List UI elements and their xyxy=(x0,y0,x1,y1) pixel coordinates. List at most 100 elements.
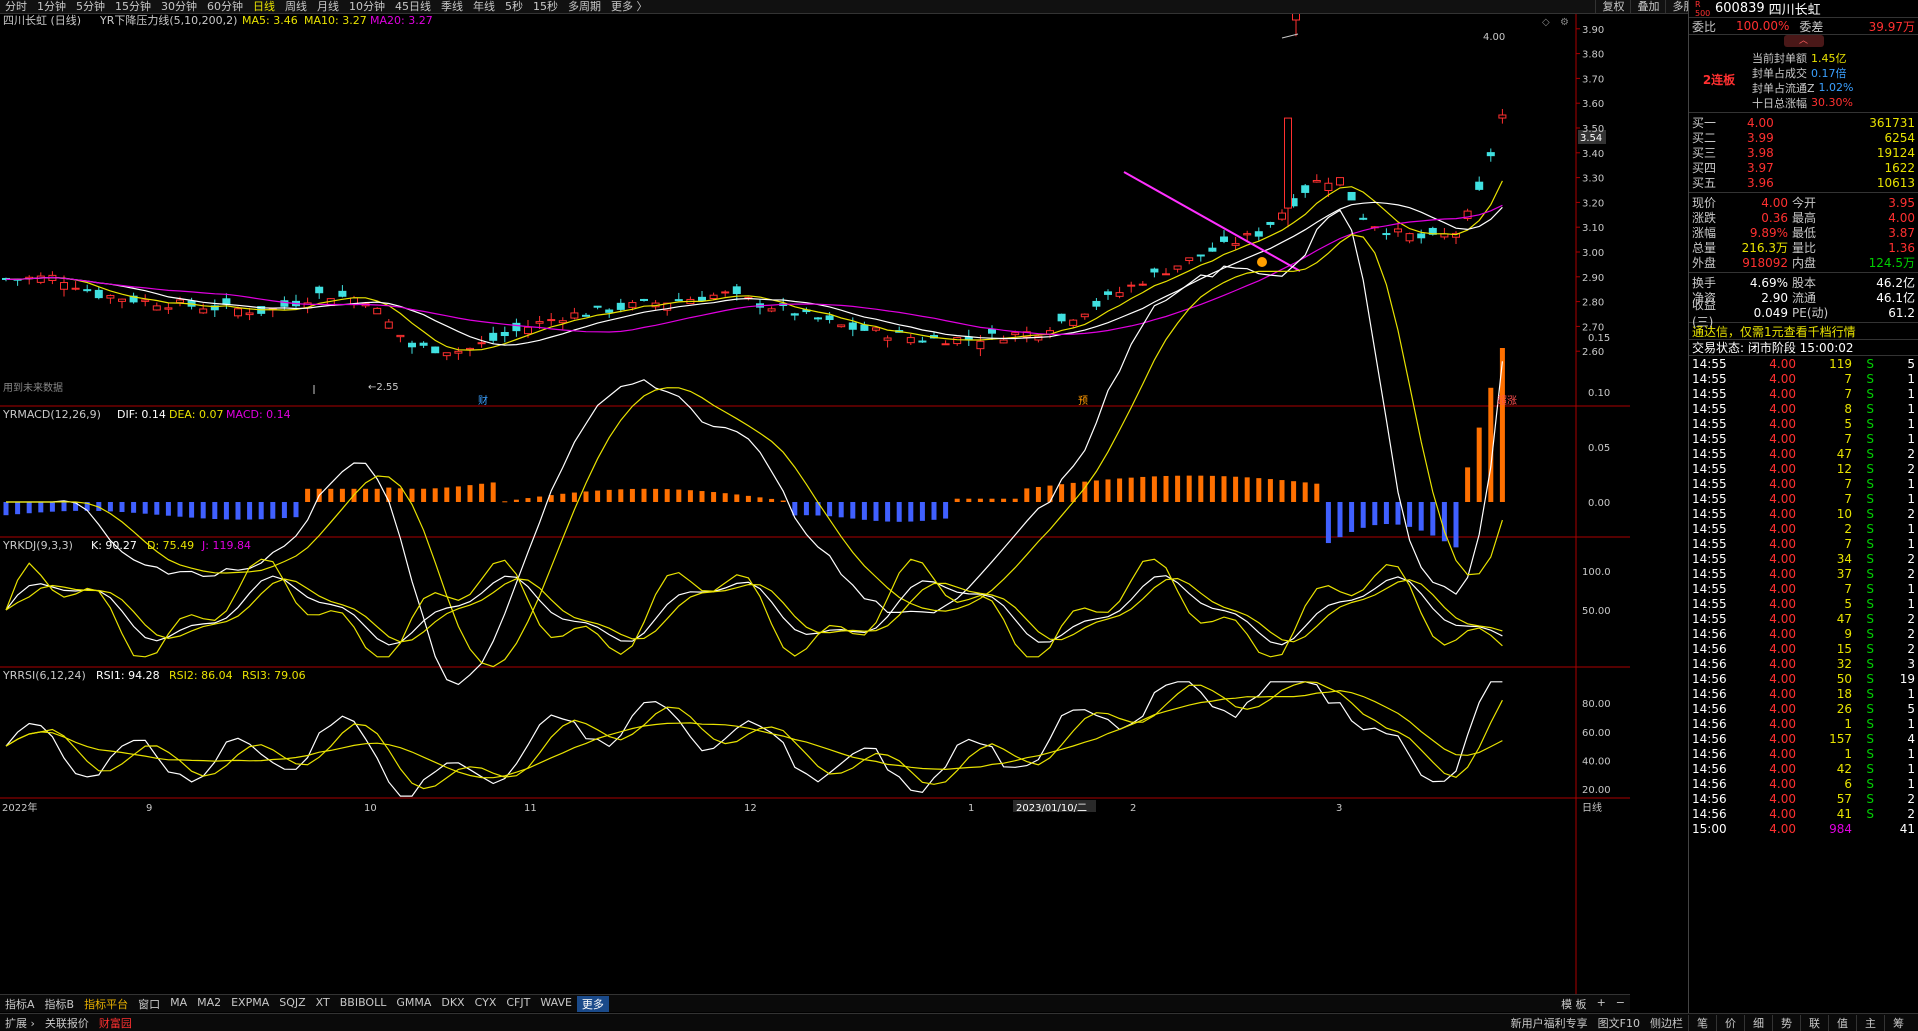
period-tab[interactable]: 月线 xyxy=(312,0,344,14)
period-tab[interactable]: 周线 xyxy=(280,0,312,14)
tick-row[interactable]: 14:56 4.00 9 S 2 xyxy=(1689,626,1918,641)
tick-row[interactable]: 14:55 4.00 119 S 5 xyxy=(1689,356,1918,371)
tick-row[interactable]: 14:56 4.00 41 S 2 xyxy=(1689,806,1918,821)
toolbar-button[interactable]: 复权 xyxy=(1595,0,1630,14)
marker-finance[interactable]: 财 xyxy=(478,394,488,407)
tick-row[interactable]: 14:56 4.00 57 S 2 xyxy=(1689,791,1918,806)
status-link[interactable]: 财富园 xyxy=(94,1015,137,1031)
indicator-tab[interactable]: BBIBOLL xyxy=(335,996,392,1012)
period-tab[interactable]: 45日线 xyxy=(390,0,436,14)
quote-tab[interactable]: 联 xyxy=(1800,1014,1828,1031)
status-right-link[interactable]: 图文F10 xyxy=(1593,1015,1645,1031)
tick-row[interactable]: 14:55 4.00 7 S 1 xyxy=(1689,371,1918,386)
tick-row[interactable]: 14:55 4.00 7 S 1 xyxy=(1689,581,1918,596)
indicator-tab[interactable]: EXPMA xyxy=(226,996,274,1012)
indicator-tab[interactable]: 指标平台 xyxy=(79,996,133,1012)
tick-row[interactable]: 14:56 4.00 18 S 1 xyxy=(1689,686,1918,701)
status-right-link[interactable]: 侧边栏 xyxy=(1645,1015,1688,1031)
marker-forecast[interactable]: 预 xyxy=(1078,395,1088,407)
bid-row[interactable]: 买二 3.99 6254 xyxy=(1689,130,1918,146)
tick-row[interactable]: 14:55 4.00 8 S 1 xyxy=(1689,401,1918,416)
promo-text[interactable]: 通达信，仅需1元查看千档行情 xyxy=(1692,323,1856,340)
tick-row[interactable]: 14:56 4.00 1 S 1 xyxy=(1689,716,1918,731)
tick-row[interactable]: 15:00 4.00 984 41 xyxy=(1689,821,1918,836)
tick-row[interactable]: 14:55 4.00 47 S 2 xyxy=(1689,611,1918,626)
tick-row[interactable]: 14:56 4.00 6 S 1 xyxy=(1689,776,1918,791)
tick-row[interactable]: 14:56 4.00 15 S 2 xyxy=(1689,641,1918,656)
status-right-link[interactable]: 新用户福利专享 xyxy=(1506,1015,1593,1031)
tick-row[interactable]: 14:55 4.00 7 S 1 xyxy=(1689,536,1918,551)
tick-list[interactable]: 14:55 4.00 119 S 5 14:55 4.00 7 S 1 14:55 4.00 7 S 1 14… xyxy=(1689,356,1918,836)
indicator-tab[interactable]: GMMA xyxy=(391,996,436,1012)
marker-over-rise[interactable]: 超涨 xyxy=(1497,394,1517,407)
promo-row[interactable]: 通达信，仅需1元查看千档行情 xyxy=(1689,323,1918,340)
period-tab[interactable]: 10分钟 xyxy=(344,0,390,14)
quote-tab[interactable]: 细 xyxy=(1744,1014,1772,1031)
bid-row[interactable]: 买四 3.97 1622 xyxy=(1689,160,1918,176)
period-tab[interactable]: 季线 xyxy=(436,0,468,14)
status-link[interactable]: 扩展 › xyxy=(0,1015,40,1031)
indicator-tab[interactable]: SQJZ xyxy=(274,996,310,1012)
indicator-tab[interactable]: MA xyxy=(165,996,192,1012)
period-tab[interactable]: 1分钟 xyxy=(32,0,71,14)
bid-row[interactable]: 买三 3.98 19124 xyxy=(1689,145,1918,161)
tick-row[interactable]: 14:55 4.00 7 S 1 xyxy=(1689,431,1918,446)
quote-tab[interactable]: 主 xyxy=(1856,1014,1884,1031)
tick-row[interactable]: 14:56 4.00 26 S 5 xyxy=(1689,701,1918,716)
toolbar-button[interactable]: 叠加 xyxy=(1630,0,1665,14)
quote-tab[interactable]: 值 xyxy=(1828,1014,1856,1031)
indicator-bar-control[interactable]: 模 板 xyxy=(1556,996,1592,1012)
indicator-tab[interactable]: CFJT xyxy=(501,996,535,1012)
tick-row[interactable]: 14:55 4.00 5 S 1 xyxy=(1689,416,1918,431)
indicator-tab[interactable]: 窗口 xyxy=(133,996,165,1012)
tick-row[interactable]: 14:55 4.00 5 S 1 xyxy=(1689,596,1918,611)
tick-row[interactable]: 14:56 4.00 32 S 3 xyxy=(1689,656,1918,671)
indicator-tab[interactable]: 指标A xyxy=(0,996,40,1012)
tick-row[interactable]: 14:55 4.00 7 S 1 xyxy=(1689,476,1918,491)
tick-row[interactable]: 14:55 4.00 2 S 1 xyxy=(1689,521,1918,536)
period-tab[interactable]: 30分钟 xyxy=(156,0,202,14)
period-tab[interactable]: 日线 xyxy=(248,0,280,14)
tick-row[interactable]: 14:56 4.00 1 S 1 xyxy=(1689,746,1918,761)
chart-area[interactable]: 四川长虹 (日线) YR下降压力线(5,10,200,2) MA5: 3.46 … xyxy=(0,0,1630,994)
indicator-tab[interactable]: 更多 xyxy=(576,995,609,1012)
period-tab[interactable]: 5分钟 xyxy=(71,0,110,14)
period-tab[interactable]: 60分钟 xyxy=(202,0,248,14)
pressure-line[interactable] xyxy=(1123,171,1301,272)
tick-row[interactable]: 14:55 4.00 12 S 2 xyxy=(1689,461,1918,476)
indicator-tab[interactable]: WAVE xyxy=(535,996,577,1012)
quote-tab[interactable]: 筹 xyxy=(1884,1014,1912,1031)
tick-row[interactable]: 14:55 4.00 7 S 1 xyxy=(1689,491,1918,506)
quote-tab[interactable]: 笔 xyxy=(1688,1014,1716,1031)
indicator-bar-control[interactable]: + xyxy=(1592,996,1611,1012)
tick-row[interactable]: 14:55 4.00 37 S 2 xyxy=(1689,566,1918,581)
tick-row[interactable]: 14:55 4.00 7 S 1 xyxy=(1689,386,1918,401)
tick-row[interactable]: 14:55 4.00 10 S 2 xyxy=(1689,506,1918,521)
indicator-tab[interactable]: CYX xyxy=(470,996,502,1012)
tick-row[interactable]: 14:55 4.00 47 S 2 xyxy=(1689,446,1918,461)
period-tab[interactable]: 15秒 xyxy=(528,0,563,14)
indicator-tab[interactable]: DKX xyxy=(436,996,469,1012)
tick-row[interactable]: 14:56 4.00 157 S 4 xyxy=(1689,731,1918,746)
quote-tab[interactable]: 价 xyxy=(1716,1014,1744,1031)
period-tab[interactable]: 5秒 xyxy=(500,0,528,14)
kline-chart-svg[interactable]: 四川长虹 (日线) YR下降压力线(5,10,200,2) MA5: 3.46 … xyxy=(0,0,1630,994)
indicator-bar-control[interactable]: − xyxy=(1611,996,1630,1012)
tick-row[interactable]: 14:56 4.00 42 S 1 xyxy=(1689,761,1918,776)
tick-row[interactable]: 14:56 4.00 50 S 19 xyxy=(1689,671,1918,686)
diamond-icon[interactable]: ◇ xyxy=(1542,17,1550,28)
collapse-toggle[interactable]: ︿ xyxy=(1689,35,1918,47)
settings-icon[interactable]: ⚙ xyxy=(1560,17,1569,28)
period-tab[interactable]: 更多 〉 xyxy=(606,0,653,14)
period-tab[interactable]: 15分钟 xyxy=(110,0,156,14)
bid-row[interactable]: 买五 3.96 10613 xyxy=(1689,175,1918,191)
period-tab[interactable]: 多周期 xyxy=(563,0,606,14)
period-tab[interactable]: 分时 xyxy=(0,0,32,14)
indicator-tab[interactable]: 指标B xyxy=(40,996,80,1012)
bid-row[interactable]: 买一 4.00 361731 xyxy=(1689,115,1918,131)
indicator-tab[interactable]: MA2 xyxy=(192,996,226,1012)
tick-row[interactable]: 14:55 4.00 34 S 2 xyxy=(1689,551,1918,566)
period-tab[interactable]: 年线 xyxy=(468,0,500,14)
chevron-up-icon[interactable]: ︿ xyxy=(1783,35,1824,47)
indicator-tab[interactable]: XT xyxy=(311,996,335,1012)
